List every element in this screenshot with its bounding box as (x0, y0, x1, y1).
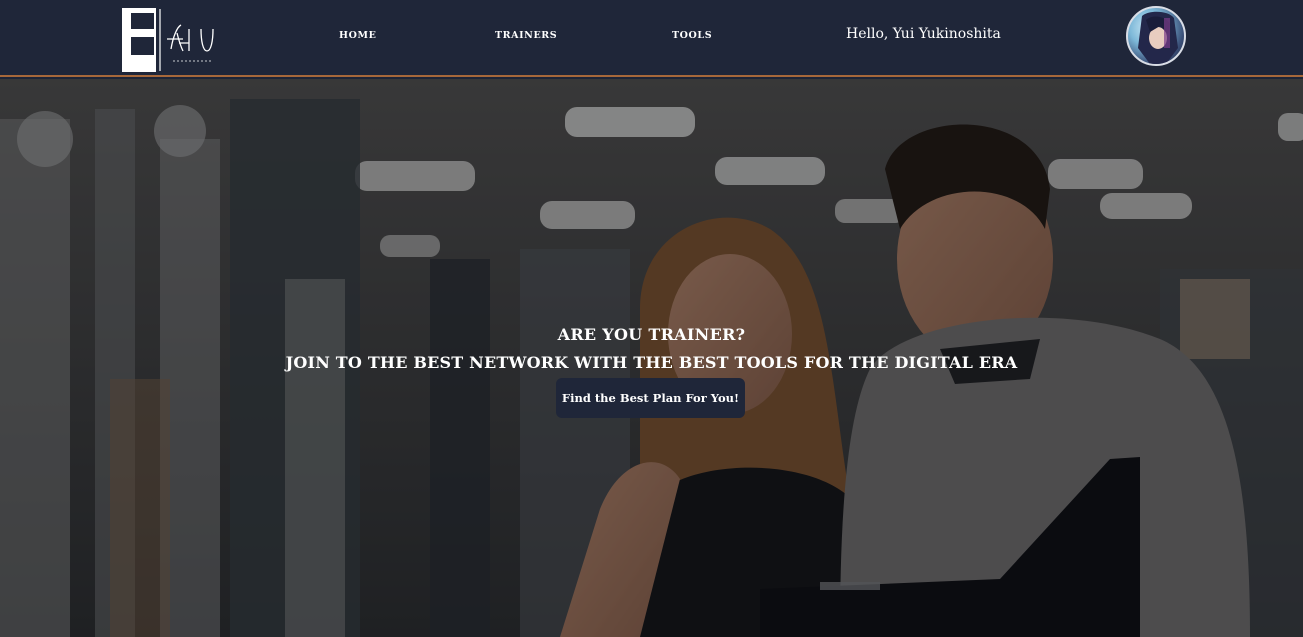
hero-section: ARE YOU TRAINER? JOIN TO THE BEST NETWOR… (0, 79, 1303, 637)
find-plan-button[interactable]: Find the Best Plan For You! (556, 378, 745, 418)
fit-u-logo-mark (122, 8, 214, 72)
user-avatar[interactable] (1126, 6, 1186, 66)
nav-home-link[interactable]: HOME (339, 30, 376, 41)
fit-u-logo[interactable] (121, 7, 221, 73)
hero-title: ARE YOU TRAINER? (557, 325, 746, 344)
top-navbar: HOME TRAINERS TOOLS Hello, Yui Yukinoshi… (0, 0, 1303, 77)
nav-tools-link[interactable]: TOOLS (672, 30, 712, 41)
hero-subtitle: JOIN TO THE BEST NETWORK WITH THE BEST T… (285, 353, 1018, 372)
user-greeting: Hello, Yui Yukinoshita (846, 26, 1001, 42)
nav-trainers-link[interactable]: TRAINERS (495, 30, 557, 41)
avatar-image (1138, 11, 1178, 64)
